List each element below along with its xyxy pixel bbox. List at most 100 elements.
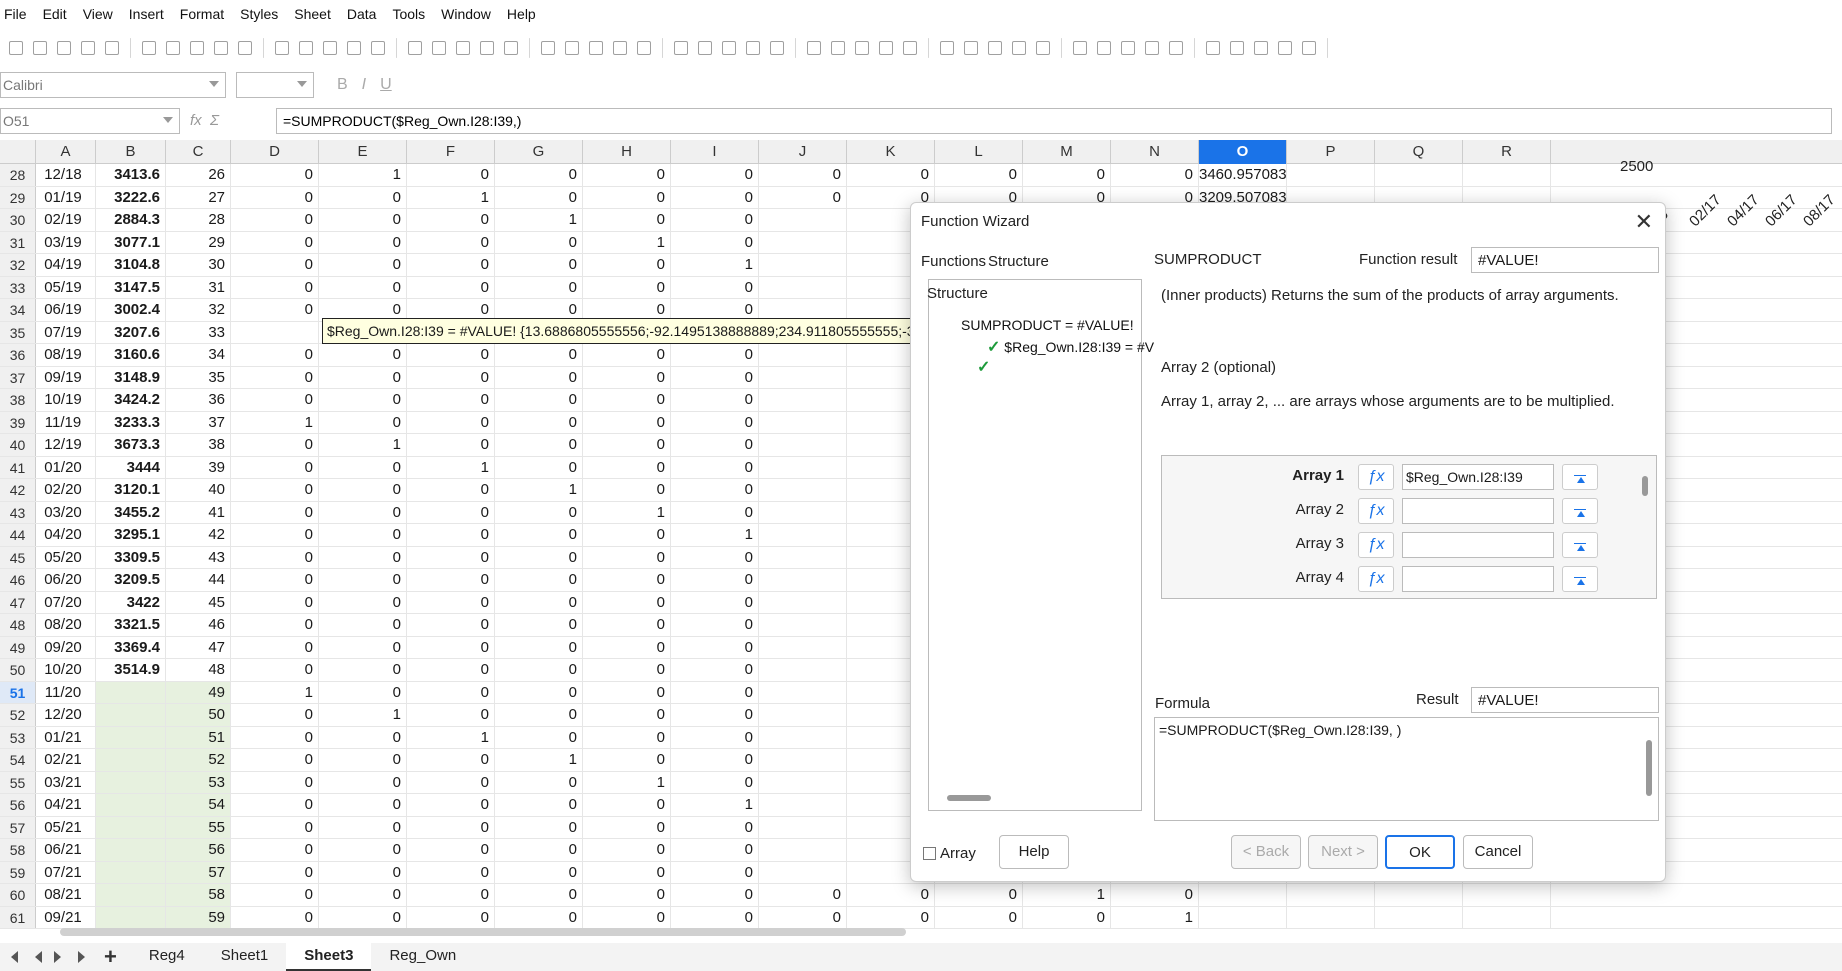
cell-a45[interactable]: 05/20 — [36, 546, 96, 568]
cell-b43[interactable]: 3455.2 — [96, 501, 166, 523]
toolbar-icon[interactable] — [1278, 41, 1292, 55]
cell-c54[interactable]: 52 — [166, 749, 231, 771]
cell-g58[interactable]: 0 — [495, 839, 583, 861]
cell-f31[interactable]: 0 — [407, 231, 495, 253]
shrink-icon[interactable] — [1562, 498, 1598, 524]
formula-editor[interactable]: =SUMPRODUCT($Reg_Own.I28:I39, ) — [1154, 717, 1659, 821]
cell-f55[interactable]: 0 — [407, 771, 495, 793]
cell-a35[interactable]: 07/19 — [36, 321, 96, 343]
cell-i32[interactable]: 1 — [671, 254, 759, 276]
cell-b29[interactable]: 3222.6 — [96, 186, 166, 208]
cell-j29[interactable]: 0 — [759, 186, 847, 208]
cell-h45[interactable]: 0 — [583, 546, 671, 568]
cell-i38[interactable]: 0 — [671, 389, 759, 411]
column-header-n[interactable]: N — [1111, 140, 1199, 164]
toolbar-icon[interactable] — [1145, 41, 1159, 55]
cell-g36[interactable]: 0 — [495, 344, 583, 366]
cell-f47[interactable]: 0 — [407, 591, 495, 613]
shrink-icon[interactable] — [1562, 464, 1598, 490]
cell-j32[interactable] — [759, 254, 847, 276]
ok-button[interactable]: OK — [1385, 835, 1455, 869]
cell-b31[interactable]: 3077.1 — [96, 231, 166, 253]
cell-e32[interactable]: 0 — [319, 254, 407, 276]
cell-b57[interactable] — [96, 816, 166, 838]
toolbar-icon[interactable] — [903, 41, 917, 55]
cell-q28[interactable] — [1375, 164, 1463, 186]
cell-a56[interactable]: 04/21 — [36, 794, 96, 816]
cell-c32[interactable]: 30 — [166, 254, 231, 276]
column-header-r[interactable]: R — [1463, 140, 1551, 164]
cell-i30[interactable]: 0 — [671, 209, 759, 231]
horizontal-scrollbar[interactable] — [60, 928, 906, 936]
cell-i36[interactable]: 0 — [671, 344, 759, 366]
cell-f29[interactable]: 1 — [407, 186, 495, 208]
row-header[interactable]: 46 — [0, 569, 36, 591]
cell-c35[interactable]: 33 — [166, 321, 231, 343]
cell-d32[interactable]: 0 — [231, 254, 319, 276]
cell-e57[interactable]: 0 — [319, 816, 407, 838]
cell-f59[interactable]: 0 — [407, 861, 495, 883]
column-header-i[interactable]: I — [671, 140, 759, 164]
cell-b59[interactable] — [96, 861, 166, 883]
cell-j45[interactable] — [759, 546, 847, 568]
back-button[interactable]: < Back — [1231, 835, 1301, 869]
cell-f28[interactable]: 0 — [407, 164, 495, 186]
cell-n61[interactable]: 1 — [1111, 906, 1199, 928]
cell-i29[interactable]: 0 — [671, 186, 759, 208]
cell-d59[interactable]: 0 — [231, 861, 319, 883]
row-header[interactable]: 47 — [0, 591, 36, 613]
cell-d48[interactable]: 0 — [231, 614, 319, 636]
cell-f36[interactable]: 0 — [407, 344, 495, 366]
toolbar-icon[interactable] — [770, 41, 784, 55]
toolbar-icon[interactable] — [746, 41, 760, 55]
cell-a41[interactable]: 01/20 — [36, 456, 96, 478]
cell-g47[interactable]: 0 — [495, 591, 583, 613]
column-header-k[interactable]: K — [847, 140, 935, 164]
row-header[interactable]: 38 — [0, 389, 36, 411]
cell-e49[interactable]: 0 — [319, 636, 407, 658]
cell-a55[interactable]: 03/21 — [36, 771, 96, 793]
cell-i40[interactable]: 0 — [671, 434, 759, 456]
column-header-c[interactable]: C — [166, 140, 231, 164]
cell-i53[interactable]: 0 — [671, 726, 759, 748]
cell-a38[interactable]: 10/19 — [36, 389, 96, 411]
cell-b60[interactable] — [96, 884, 166, 906]
cell-j42[interactable] — [759, 479, 847, 501]
toolbar-icon[interactable] — [831, 41, 845, 55]
cell-a32[interactable]: 04/19 — [36, 254, 96, 276]
column-header-b[interactable]: B — [96, 140, 166, 164]
cell-e51[interactable]: 0 — [319, 681, 407, 703]
cell-h33[interactable]: 0 — [583, 276, 671, 298]
cell-e50[interactable]: 0 — [319, 659, 407, 681]
cell-j44[interactable] — [759, 524, 847, 546]
cell-j40[interactable] — [759, 434, 847, 456]
toolbar-icon[interactable] — [408, 41, 422, 55]
cell-i28[interactable]: 0 — [671, 164, 759, 186]
column-header-e[interactable]: E — [319, 140, 407, 164]
cell-i50[interactable]: 0 — [671, 659, 759, 681]
cell-j48[interactable] — [759, 614, 847, 636]
cell-d28[interactable]: 0 — [231, 164, 319, 186]
cell-a47[interactable]: 07/20 — [36, 591, 96, 613]
cell-g49[interactable]: 0 — [495, 636, 583, 658]
cell-b41[interactable]: 3444 — [96, 456, 166, 478]
cell-g41[interactable]: 0 — [495, 456, 583, 478]
toolbar-icon[interactable] — [432, 41, 446, 55]
toolbar-icon[interactable] — [1230, 41, 1244, 55]
cell-f48[interactable]: 0 — [407, 614, 495, 636]
cell-g38[interactable]: 0 — [495, 389, 583, 411]
cell-h46[interactable]: 0 — [583, 569, 671, 591]
row-header[interactable]: 49 — [0, 636, 36, 658]
toolbar-icon[interactable] — [964, 41, 978, 55]
cell-f51[interactable]: 0 — [407, 681, 495, 703]
menu-data[interactable]: Data — [343, 6, 377, 22]
cell-g30[interactable]: 1 — [495, 209, 583, 231]
arg-input[interactable] — [1402, 566, 1554, 592]
cell-c29[interactable]: 27 — [166, 186, 231, 208]
font-size-box[interactable] — [236, 72, 314, 98]
cell-n60[interactable]: 0 — [1111, 884, 1199, 906]
row-header[interactable]: 43 — [0, 501, 36, 523]
cell-j60[interactable]: 0 — [759, 884, 847, 906]
cell-e44[interactable]: 0 — [319, 524, 407, 546]
cell-j41[interactable] — [759, 456, 847, 478]
